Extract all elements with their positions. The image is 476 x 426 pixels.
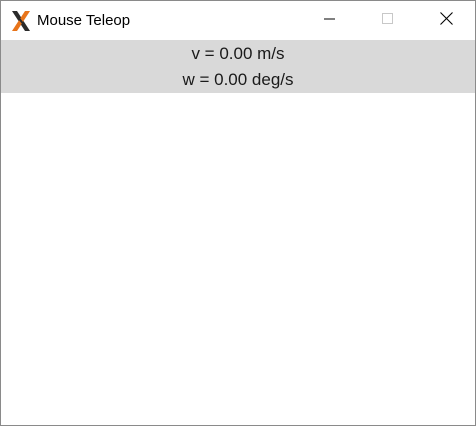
minimize-button[interactable] xyxy=(301,1,359,40)
teleop-drag-canvas[interactable] xyxy=(1,93,475,425)
mouse-teleop-window: Mouse Teleop v = 0.00 m/s w = 0.00 deg/s xyxy=(0,0,476,426)
minimize-icon xyxy=(324,12,336,30)
angular-velocity-readout: w = 0.00 deg/s xyxy=(182,70,294,89)
x11-icon xyxy=(10,10,32,32)
window-title: Mouse Teleop xyxy=(37,12,131,29)
close-button[interactable] xyxy=(417,1,475,40)
maximize-icon xyxy=(382,12,394,30)
linear-velocity-readout: v = 0.00 m/s xyxy=(191,44,285,63)
velocity-readout-panel: v = 0.00 m/s w = 0.00 deg/s xyxy=(1,40,475,93)
maximize-button xyxy=(359,1,417,40)
close-icon xyxy=(439,11,453,30)
title-bar[interactable]: Mouse Teleop xyxy=(1,1,475,40)
